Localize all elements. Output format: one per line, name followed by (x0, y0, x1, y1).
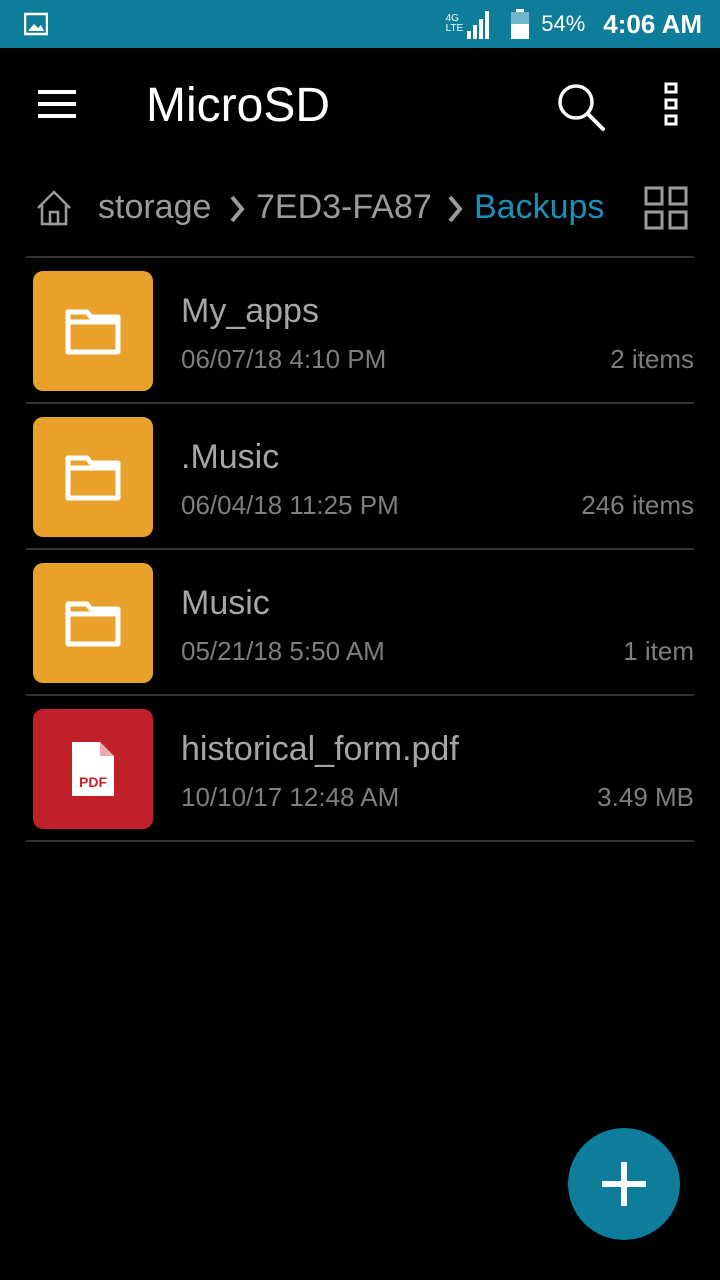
breadcrumb-volume[interactable]: 7ED3-FA87 (256, 188, 432, 227)
file-date: 05/21/18 5:50 AM (181, 636, 385, 666)
network-type-bottom: LTE (445, 23, 464, 34)
file-list: My_apps 06/07/18 4:10 PM 2 items .Music … (26, 256, 694, 842)
folder-thumbnail (33, 563, 153, 683)
battery-percentage: 54% (541, 11, 586, 36)
file-meta: 3.49 MB (597, 782, 694, 812)
battery-icon (511, 9, 530, 39)
pdf-thumbnail: PDF (33, 709, 153, 829)
list-item[interactable]: My_apps 06/07/18 4:10 PM 2 items (26, 258, 694, 402)
file-meta: 1 item (623, 636, 694, 666)
plus-icon (602, 1162, 646, 1206)
add-button[interactable] (568, 1128, 680, 1240)
file-name: My_apps (181, 292, 319, 330)
grid-view-icon[interactable] (644, 186, 688, 230)
folder-icon (65, 309, 121, 355)
app-bar: MicroSD (0, 48, 720, 164)
list-item[interactable]: PDF historical_form.pdf 10/10/17 12:48 A… (26, 696, 694, 840)
list-item[interactable]: .Music 06/04/18 11:25 PM 246 items (26, 404, 694, 548)
file-meta: 2 items (610, 344, 694, 374)
menu-icon[interactable] (38, 88, 76, 120)
file-date: 06/04/18 11:25 PM (181, 490, 399, 520)
file-date: 06/07/18 4:10 PM (181, 344, 387, 374)
clock: 4:06 AM (603, 8, 702, 39)
list-item[interactable]: Music 05/21/18 5:50 AM 1 item (26, 550, 694, 694)
breadcrumb-current[interactable]: Backups (474, 188, 604, 227)
folder-icon (65, 601, 121, 647)
file-date: 10/10/17 12:48 AM (181, 782, 400, 812)
home-icon[interactable] (34, 188, 74, 228)
signal-icon (467, 11, 490, 39)
folder-thumbnail (33, 417, 153, 537)
breadcrumb: storage 7ED3-FA87 Backups (0, 172, 720, 248)
page-title: MicroSD (146, 79, 331, 132)
file-name: .Music (181, 438, 280, 476)
chevron-right-icon (448, 195, 463, 223)
status-bar: 4G LTE 54% 4:06 AM (0, 0, 720, 48)
divider (26, 840, 694, 842)
more-vert-icon[interactable] (660, 82, 684, 128)
search-icon[interactable] (556, 82, 606, 132)
folder-icon (65, 455, 121, 501)
file-meta: 246 items (581, 490, 694, 520)
image-notification-icon (24, 12, 48, 36)
chevron-right-icon (230, 195, 245, 223)
pdf-label: PDF (79, 774, 107, 790)
pdf-file-icon: PDF (72, 742, 114, 796)
network-type: 4G LTE (446, 14, 464, 34)
folder-thumbnail (33, 271, 153, 391)
file-name: Music (181, 584, 270, 622)
file-name: historical_form.pdf (181, 730, 459, 768)
breadcrumb-storage[interactable]: storage (98, 188, 211, 227)
